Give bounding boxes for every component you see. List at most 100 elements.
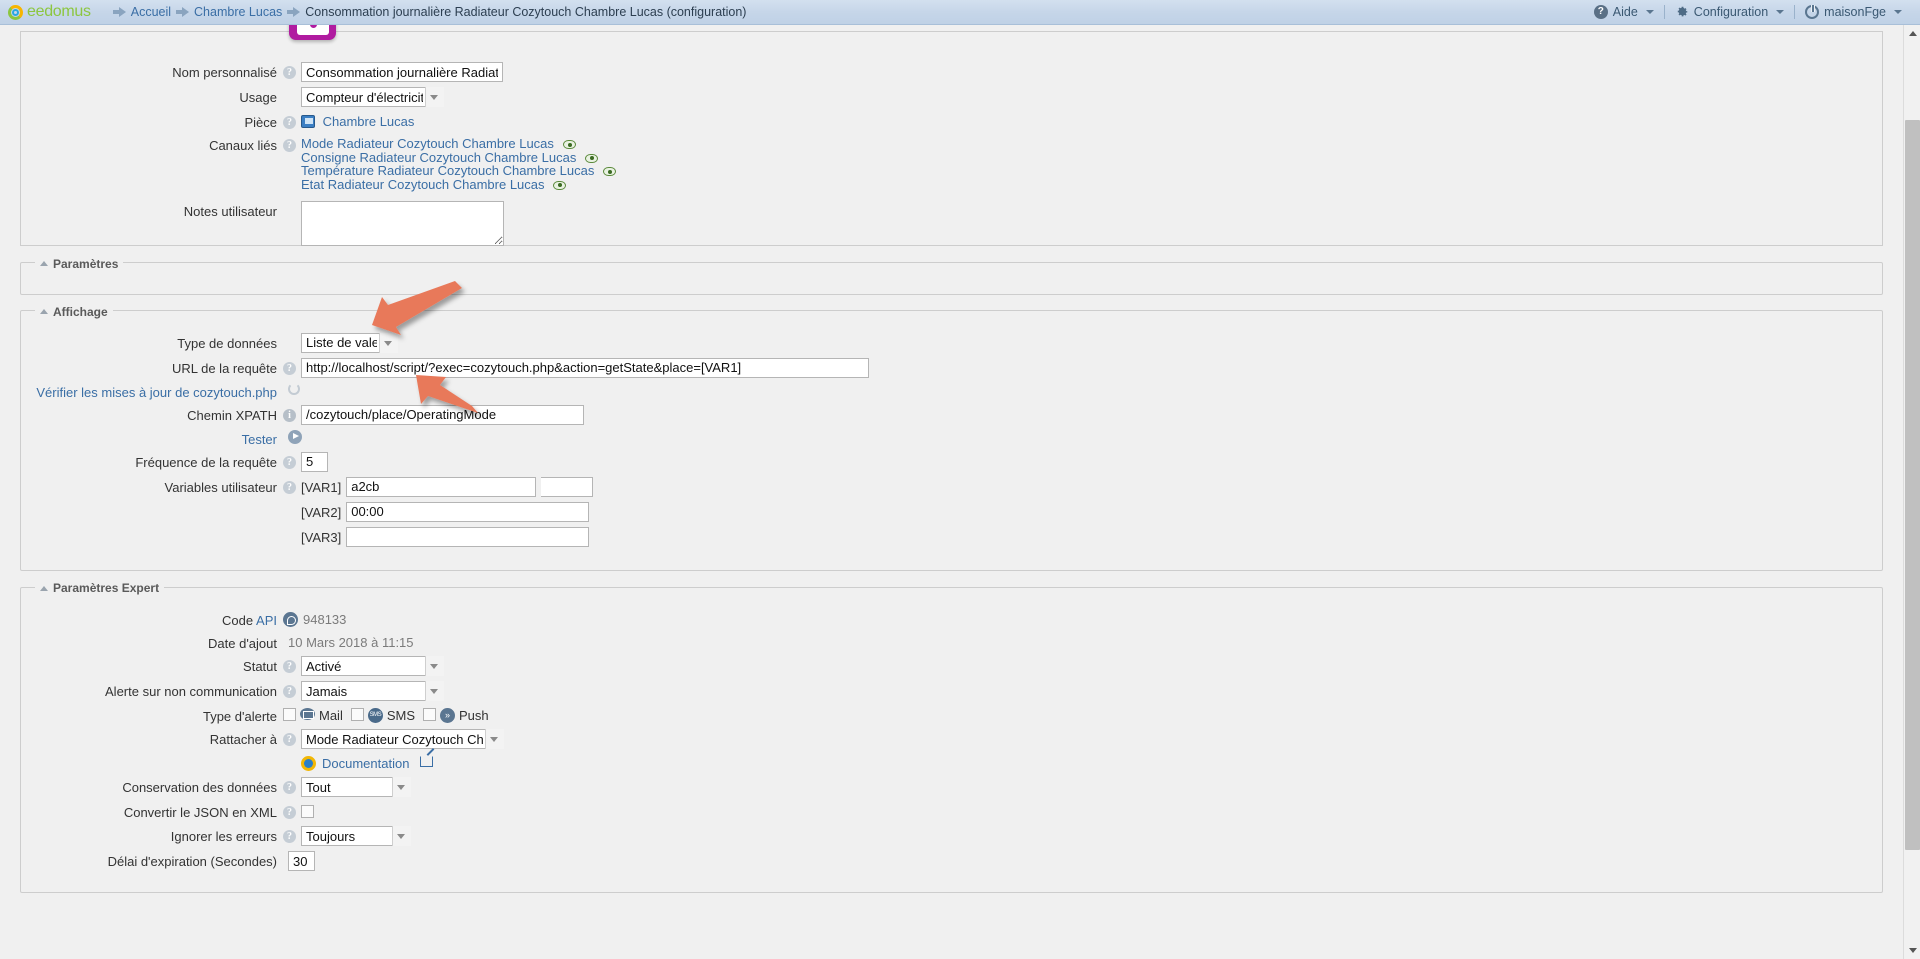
row-alerte-non-communication: Alerte sur non communication ? Jamais (21, 681, 1882, 701)
info-icon[interactable]: i (283, 408, 296, 422)
logo-ring-icon (8, 4, 23, 20)
breadcrumb-item-accueil[interactable]: Accueil (112, 5, 171, 19)
type-de-donnees-select[interactable]: Liste de valeurs (301, 332, 398, 353)
help-icon[interactable]: ? (283, 733, 296, 746)
scroll-up-button[interactable] (1904, 25, 1920, 42)
documentation-link[interactable]: Documentation (322, 756, 409, 771)
list-item: Consigne Radiateur Cozytouch Chambre Luc… (301, 150, 616, 165)
collapse-triangle-icon[interactable] (40, 309, 48, 314)
label-notes-utilisateur: Notes utilisateur (183, 204, 277, 219)
eye-icon[interactable] (553, 180, 567, 190)
menu-user[interactable]: maisonFge (1795, 5, 1912, 19)
delai-expiration-input[interactable] (288, 851, 315, 871)
eye-icon[interactable] (562, 140, 576, 150)
api-link[interactable]: API (256, 613, 277, 628)
label-delai-expiration: Délai d'expiration (Secondes) (107, 854, 277, 869)
row-var2: [VAR2] (21, 501, 1882, 522)
affichage-legend: Affichage (35, 303, 113, 319)
parametres-expert-legend: Paramètres Expert (35, 580, 164, 595)
label-frequence: Fréquence de la requête (135, 454, 277, 470)
code-api-value: 948133 (303, 612, 347, 627)
row-frequence: Fréquence de la requête ? (21, 451, 1882, 472)
usage-select[interactable]: Compteur d'électricité (301, 87, 444, 107)
eye-icon[interactable] (584, 153, 598, 163)
help-icon[interactable]: ? (283, 781, 296, 794)
help-icon: ? (1593, 5, 1608, 19)
collapse-triangle-icon[interactable] (40, 261, 48, 266)
help-icon[interactable]: ? (283, 66, 296, 79)
notes-utilisateur-textarea[interactable] (301, 201, 504, 246)
vertical-scrollbar[interactable] (1903, 25, 1920, 959)
rattacher-a-select[interactable]: Mode Radiateur Cozytouch Chambre Lucas (301, 729, 504, 749)
label-convertir-json-xml: Convertir le JSON en XML (123, 805, 277, 820)
row-conservation-donnees: Conservation des données ? Tout (21, 777, 1882, 797)
type-alerte-push-checkbox[interactable] (423, 708, 437, 721)
help-icon[interactable]: ? (283, 116, 296, 129)
help-icon[interactable]: ? (283, 139, 296, 152)
sms-icon: SMS (367, 708, 383, 723)
label-var2-spacer (21, 502, 283, 505)
var1-input[interactable] (346, 476, 537, 497)
menu-aide[interactable]: ? Aide (1584, 5, 1664, 19)
canal-link-3[interactable]: Etat Radiateur Cozytouch Chambre Lucas (301, 177, 545, 192)
ignorer-erreurs-select[interactable]: Toujours (301, 826, 411, 846)
label-var3-spacer (21, 527, 283, 530)
piece-link[interactable]: Chambre Lucas (323, 114, 415, 129)
row-convertir-json-xml: Convertir le JSON en XML ? (21, 802, 1882, 820)
url-requete-input[interactable] (301, 357, 869, 378)
scroll-down-button[interactable] (1904, 942, 1920, 959)
documentation-icon (301, 756, 316, 771)
conservation-donnees-select[interactable]: Tout (301, 777, 411, 797)
parametres-legend: Paramètres (35, 255, 123, 271)
help-icon[interactable]: ? (283, 806, 296, 819)
push-icon: » (440, 708, 456, 723)
page-content: Nom personnalisé ? Usage Compteur d'élec… (0, 25, 1903, 959)
breadcrumb-link-chambre-lucas[interactable]: Chambre Lucas (194, 5, 282, 19)
convertir-json-xml-checkbox[interactable] (301, 805, 314, 818)
affichage-section: Affichage Type de données Liste de valeu… (20, 303, 1883, 571)
scrollbar-thumb[interactable] (1905, 120, 1920, 850)
device-icon-glyph (296, 25, 329, 35)
row-piece: Pièce ? Chambre Lucas (21, 112, 1882, 130)
type-alerte-mail-checkbox[interactable] (283, 708, 296, 721)
collapse-triangle-icon[interactable] (40, 585, 48, 591)
type-alerte-mail-label: Mail (319, 708, 343, 723)
tester-link[interactable]: Tester (242, 432, 277, 447)
help-icon[interactable]: ? (283, 361, 296, 375)
eye-icon[interactable] (603, 167, 616, 177)
row-type-alerte: Type d'alerte Mail SMS SMS » Push (21, 706, 1882, 724)
type-alerte-sms-checkbox[interactable] (350, 708, 364, 721)
menu-configuration[interactable]: Configuration (1665, 5, 1794, 19)
label-usage: Usage (239, 90, 277, 105)
help-icon[interactable]: ? (283, 685, 296, 698)
chemin-xpath-input[interactable] (301, 404, 584, 425)
breadcrumb-link-accueil[interactable]: Accueil (131, 5, 171, 19)
alerte-non-communication-select[interactable]: Jamais (301, 681, 444, 701)
refresh-icon[interactable] (288, 382, 300, 395)
verifier-maj-link[interactable]: Vérifier les mises à jour de cozytouch.p… (36, 385, 277, 400)
help-icon[interactable]: ? (283, 660, 296, 673)
breadcrumb-item-chambre-lucas[interactable]: Chambre Lucas (176, 5, 282, 19)
logo-text: eedomus (27, 3, 91, 20)
external-link-icon[interactable] (420, 756, 434, 767)
eedomus-logo[interactable]: eedomus (8, 3, 91, 21)
help-icon[interactable]: ? (283, 830, 296, 843)
var2-input[interactable] (346, 501, 590, 522)
var3-input[interactable] (346, 526, 590, 547)
device-icon-badge[interactable] (289, 25, 336, 40)
frequence-input[interactable] (301, 451, 328, 472)
label-type-de-donnees: Type de données (177, 335, 277, 351)
row-code-api: Code API 948133 (21, 610, 1882, 628)
var1-extra-input[interactable] (541, 476, 594, 497)
api-key-icon[interactable] (283, 612, 298, 627)
row-date-ajout: Date d'ajout 10 Mars 2018 à 11:15 (21, 633, 1882, 651)
statut-select[interactable]: Activé (301, 656, 444, 676)
row-notes-utilisateur: Notes utilisateur (21, 201, 1882, 246)
affichage-legend-label: Affichage (53, 304, 108, 319)
help-icon[interactable]: ? (283, 480, 296, 494)
help-icon[interactable]: ? (283, 455, 296, 469)
nom-personnalise-input[interactable] (301, 62, 503, 82)
row-rattacher-a: Rattacher à ? Mode Radiateur Cozytouch C… (21, 729, 1882, 749)
row-delai-expiration: Délai d'expiration (Secondes) (21, 851, 1882, 871)
play-icon[interactable] (288, 429, 302, 444)
